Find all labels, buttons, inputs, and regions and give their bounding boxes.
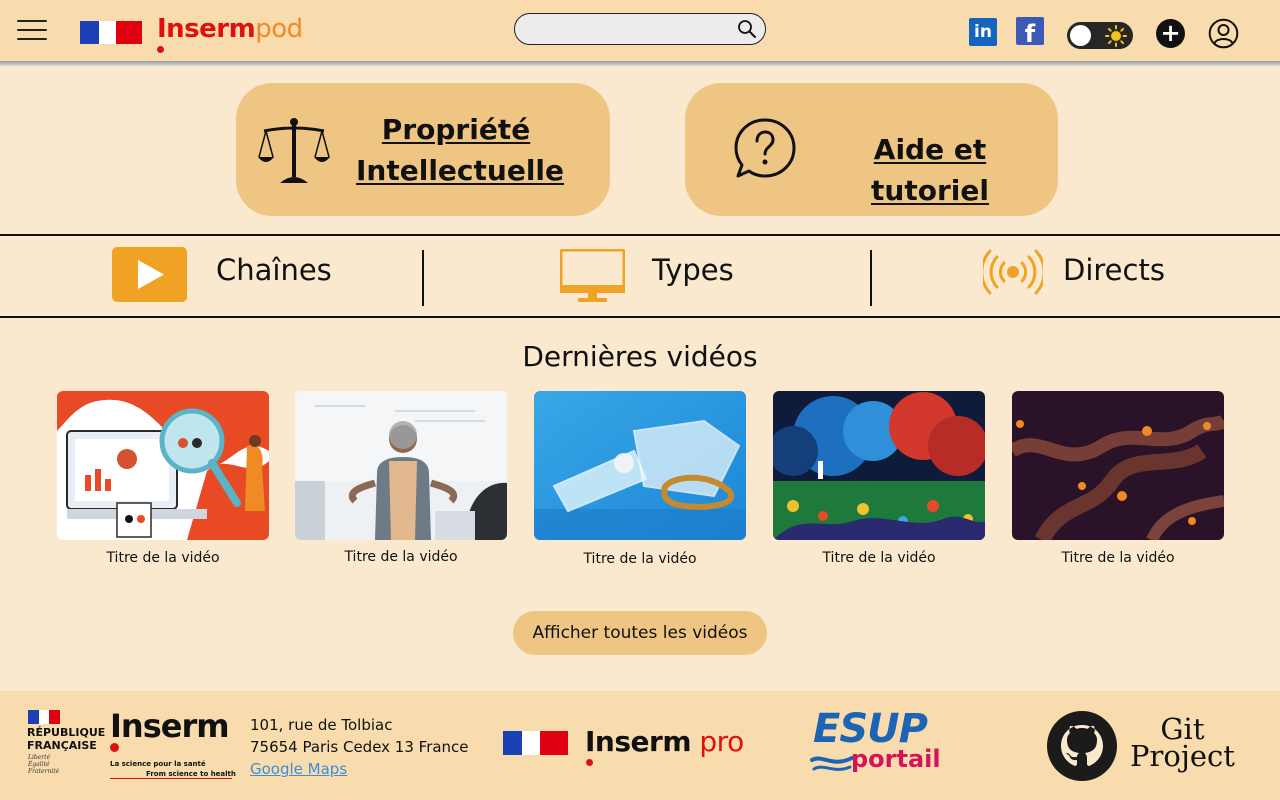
nav-label-types: Types bbox=[652, 253, 734, 287]
rf-motto2: Égalité bbox=[28, 761, 50, 768]
video-card[interactable]: Titre de la vidéo bbox=[57, 391, 269, 566]
facebook-icon[interactable]: f bbox=[1016, 17, 1044, 48]
question-bubble-icon bbox=[734, 118, 796, 178]
video-thumbnail[interactable] bbox=[534, 391, 746, 540]
git-project-link[interactable]: Git Project bbox=[1130, 715, 1235, 773]
add-video-button[interactable]: + bbox=[1156, 19, 1185, 48]
republique-label: RÉPUBLIQUE FRANÇAISE bbox=[27, 726, 105, 752]
card-title-line1: Propriété bbox=[381, 113, 531, 146]
search-icon[interactable] bbox=[737, 19, 757, 39]
rf-line1: RÉPUBLIQUE bbox=[27, 726, 106, 739]
video-title[interactable]: Titre de la vidéo bbox=[295, 549, 507, 565]
inserm-dot bbox=[110, 743, 119, 752]
brand-name: Inserm bbox=[157, 14, 256, 44]
inserm-pod-logo[interactable]: Insermpod bbox=[157, 14, 303, 44]
play-icon bbox=[112, 247, 187, 302]
nav-label-lives: Directs bbox=[1063, 253, 1165, 287]
show-all-videos-button[interactable]: Afficher toutes les vidéos bbox=[513, 611, 767, 655]
portail-label: portail bbox=[851, 745, 941, 773]
help-tutorial-card[interactable]: Aide et tutoriel bbox=[685, 83, 1058, 216]
search-bar[interactable] bbox=[514, 13, 766, 45]
intellectual-property-card[interactable]: Propriété Intellectuelle bbox=[236, 83, 610, 216]
nav-separator bbox=[422, 250, 424, 306]
intellectual-property-link[interactable]: Propriété Intellectuelle bbox=[356, 109, 564, 191]
rf-motto1: Liberté bbox=[28, 754, 51, 761]
tagline-fr: La science pour la santé bbox=[110, 760, 206, 768]
inserm-pro-logo[interactable]: Inserm pro bbox=[585, 725, 744, 758]
git-line2: Project bbox=[1130, 739, 1235, 773]
linkedin-icon[interactable]: in bbox=[969, 18, 997, 46]
video-card[interactable]: Titre de la vidéo bbox=[534, 391, 746, 567]
brand-dot bbox=[157, 46, 164, 53]
pro-dot bbox=[586, 759, 593, 766]
latest-videos-title: Dernières vidéos bbox=[522, 340, 758, 373]
tagline-underline bbox=[110, 778, 232, 779]
video-thumbnail[interactable] bbox=[295, 391, 507, 540]
nav-separator bbox=[870, 250, 872, 306]
pro-sub: pro bbox=[699, 725, 744, 758]
monitor-icon bbox=[560, 249, 625, 302]
video-thumbnail[interactable] bbox=[1008, 391, 1229, 545]
scales-icon bbox=[258, 118, 330, 183]
address-line2: 75654 Paris Cedex 13 France bbox=[250, 738, 469, 756]
card-title-line2: Intellectuelle bbox=[356, 154, 565, 187]
help-tutorial-link[interactable]: Aide et tutoriel bbox=[815, 129, 1045, 211]
toggle-knob bbox=[1070, 25, 1091, 46]
video-card[interactable]: Titre de la vidéo bbox=[768, 391, 988, 566]
menu-icon[interactable] bbox=[17, 20, 47, 42]
address-line1: 101, rue de Tolbiac bbox=[250, 716, 393, 734]
video-title[interactable]: Titre de la vidéo bbox=[534, 551, 746, 567]
user-account-icon[interactable] bbox=[1208, 18, 1239, 49]
video-thumbnail[interactable] bbox=[768, 391, 988, 540]
republique-flag-logo bbox=[80, 21, 142, 44]
video-card[interactable]: Titre de la vidéo bbox=[1008, 391, 1229, 566]
pro-main: Inserm bbox=[585, 725, 692, 758]
brand-sub: pod bbox=[255, 14, 303, 44]
github-icon[interactable] bbox=[1047, 711, 1117, 781]
theme-toggle[interactable] bbox=[1067, 22, 1133, 49]
rf-line2: FRANÇAISE bbox=[27, 739, 97, 752]
video-card[interactable]: Titre de la vidéo bbox=[295, 391, 507, 565]
rf-motto: Liberté Égalité Fraternité bbox=[28, 754, 59, 775]
sun-icon bbox=[1105, 25, 1127, 47]
republique-francaise-flag bbox=[28, 710, 60, 724]
search-input[interactable] bbox=[527, 19, 732, 39]
nav-item-types[interactable]: Types bbox=[560, 236, 860, 316]
video-thumbnail[interactable] bbox=[57, 391, 269, 540]
esup-wave-icon bbox=[810, 756, 854, 771]
video-title[interactable]: Titre de la vidéo bbox=[1012, 550, 1224, 566]
broadcast-icon bbox=[983, 249, 1043, 295]
inserm-pro-flag bbox=[503, 731, 568, 755]
video-title[interactable]: Titre de la vidéo bbox=[773, 550, 985, 566]
nav-label-channels: Chaînes bbox=[216, 253, 332, 287]
category-nav: Chaînes Types Directs bbox=[0, 234, 1280, 318]
nav-item-channels[interactable]: Chaînes bbox=[112, 236, 412, 316]
video-title[interactable]: Titre de la vidéo bbox=[57, 550, 269, 566]
tagline-en: From science to health bbox=[146, 770, 236, 778]
header-divider bbox=[0, 61, 1280, 66]
google-maps-link[interactable]: Google Maps bbox=[250, 760, 347, 778]
nav-item-lives[interactable]: Directs bbox=[983, 236, 1263, 316]
inserm-logo[interactable]: Inserm bbox=[110, 707, 230, 745]
rf-motto3: Fraternité bbox=[28, 768, 60, 775]
